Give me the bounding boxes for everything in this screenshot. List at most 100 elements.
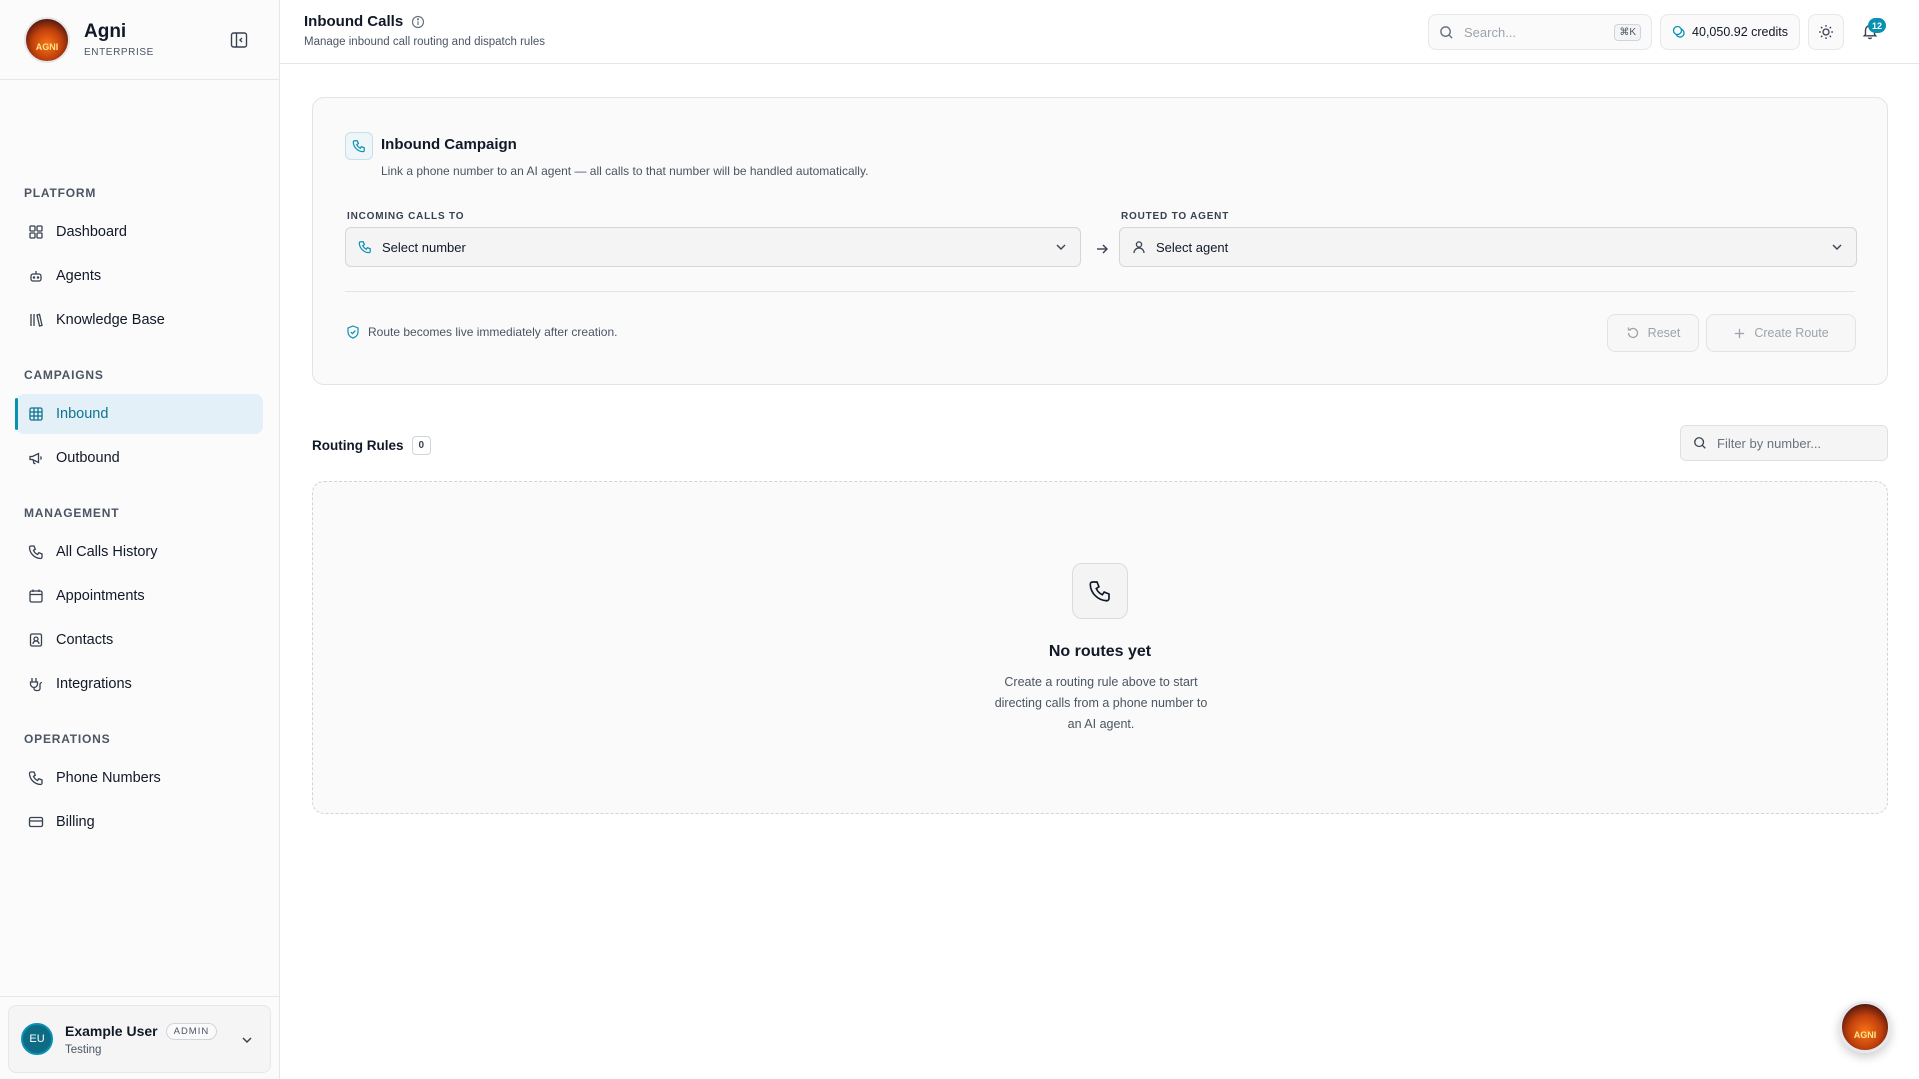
incoming-calls-label: INCOMING CALLS TO [347, 211, 465, 222]
card-divider [345, 291, 1855, 292]
routed-to-agent-label: ROUTED TO AGENT [1121, 211, 1230, 222]
campaign-title: Inbound Campaign [381, 136, 517, 153]
sidebar-item-inbound[interactable]: Inbound [15, 394, 263, 434]
sidebar-item-label: Integrations [56, 676, 132, 692]
sidebar-item-label: Outbound [56, 450, 120, 466]
coins-icon [1672, 25, 1685, 38]
sidebar-item-appointments[interactable]: Appointments [16, 576, 263, 616]
sidebar-item-label: Inbound [56, 406, 109, 422]
search-icon [1440, 25, 1453, 39]
sidebar-item-label: Agents [56, 268, 102, 284]
routing-rules-heading: Routing Rules 0 [312, 436, 432, 455]
select-number-dropdown[interactable]: Select number [345, 227, 1081, 267]
credits-button[interactable]: 40,050.92 credits [1660, 14, 1800, 50]
campaign-phone-icon [345, 132, 373, 160]
sidebar: AGNI Agni ENTERPRISE PLATFORM Dashboard Ag… [0, 0, 280, 1079]
nav-section-management: MANAGEMENT All Calls History Appointments C… [0, 504, 279, 704]
nav-heading: MANAGEMENT [24, 506, 120, 520]
user-icon [1133, 241, 1145, 254]
sidebar-item-label: All Calls History [56, 544, 158, 560]
sidebar-item-dashboard[interactable]: Dashboard [16, 212, 263, 252]
nav-section-operations: OPERATIONS Phone Numbers Billing [0, 730, 279, 842]
sidebar-item-label: Dashboard [56, 224, 127, 240]
create-route-button[interactable]: Create Route [1706, 314, 1856, 352]
theme-toggle-button[interactable] [1808, 14, 1844, 50]
sidebar-item-label: Appointments [56, 588, 145, 604]
chevron-down-icon[interactable] [240, 1033, 254, 1047]
arrow-right-icon [1097, 244, 1108, 254]
calendar-icon [29, 589, 43, 603]
sidebar-item-label: Billing [56, 814, 95, 830]
nav-heading: PLATFORM [24, 186, 97, 200]
select-agent-dropdown[interactable]: Select agent [1119, 227, 1857, 267]
sun-icon [1819, 25, 1833, 39]
sidebar-item-agents[interactable]: Agents [16, 256, 263, 296]
phone-icon [28, 771, 43, 786]
nav-heading: OPERATIONS [24, 732, 111, 746]
plus-icon [1735, 328, 1745, 338]
sidebar-item-all-calls-history[interactable]: All Calls History [16, 532, 263, 572]
empty-description: Create a routing rule above to start dir… [994, 675, 1208, 731]
search-placeholder: Search... [1464, 24, 1517, 40]
campaign-description: Link a phone number to an AI agent — all… [381, 164, 869, 178]
credit-card-icon [28, 816, 44, 828]
sidebar-item-label: Phone Numbers [56, 770, 161, 786]
reset-icon [1627, 327, 1638, 339]
reset-button[interactable]: Reset [1607, 314, 1699, 352]
sidebar-item-outbound[interactable]: Outbound [16, 438, 263, 478]
credits-text: 40,050.92 credits [1692, 25, 1788, 39]
phone-icon [358, 241, 371, 254]
sidebar-collapse-icon[interactable] [229, 30, 249, 50]
chevron-down-icon [1832, 244, 1842, 250]
nav-section-platform: PLATFORM Dashboard Agents Knowledge Base [0, 184, 279, 340]
fab-logo-text: AGNI [1853, 1030, 1877, 1040]
megaphone-icon [29, 452, 42, 465]
sidebar-item-knowledge-base[interactable]: Knowledge Base [16, 300, 263, 340]
page-title: Inbound Calls [304, 13, 425, 30]
global-search-input[interactable]: Search... ⌘K [1428, 14, 1652, 50]
empty-title: No routes yet [1048, 643, 1152, 660]
inbound-campaign-card: Inbound Campaign Link a phone number to … [312, 97, 1888, 385]
routes-empty-state: No routes yet Create a routing rule abov… [312, 481, 1888, 814]
sidebar-item-label: Contacts [56, 632, 114, 648]
top-header: Inbound Calls Manage inbound call routin… [280, 0, 1919, 64]
search-shortcut: ⌘K [1614, 23, 1641, 41]
page-title-text: Inbound Calls [304, 13, 404, 30]
brand-tier: ENTERPRISE [84, 47, 154, 58]
empty-phone-icon [1072, 563, 1128, 619]
shield-check-icon [347, 325, 359, 339]
assistant-fab-button[interactable]: AGNI [1839, 1001, 1891, 1053]
select-number-value: Select number [382, 239, 466, 255]
notification-badge: 12 [1868, 18, 1887, 33]
library-icon [30, 313, 43, 327]
route-notice: Route becomes live immediately after cre… [346, 325, 617, 339]
chevron-down-icon [1056, 244, 1066, 250]
brand-header: AGNI Agni ENTERPRISE [0, 0, 279, 80]
logo-text: AGNI [35, 41, 59, 52]
search-icon [1694, 437, 1706, 449]
routing-rules-title: Routing Rules [312, 438, 404, 453]
filter-by-number-input[interactable]: Filter by number... [1680, 425, 1888, 461]
brand-name: Agni [84, 21, 127, 42]
info-icon[interactable] [411, 15, 425, 29]
filter-placeholder: Filter by number... [1717, 435, 1822, 451]
route-notice-text: Route becomes live immediately after cre… [368, 325, 618, 339]
user-name: Example User [65, 1023, 158, 1039]
sidebar-item-phone-numbers[interactable]: Phone Numbers [16, 758, 263, 798]
sidebar-item-integrations[interactable]: Integrations [16, 664, 263, 704]
plug-icon [29, 678, 43, 692]
create-route-label: Create Route [1754, 326, 1829, 340]
sidebar-item-label: Knowledge Base [56, 312, 165, 328]
sidebar-item-contacts[interactable]: Contacts [16, 620, 263, 660]
reset-label: Reset [1647, 326, 1681, 340]
page-subtitle: Manage inbound call routing and dispatch… [304, 36, 546, 48]
avatar: EU [21, 1023, 53, 1055]
sidebar-item-billing[interactable]: Billing [16, 802, 263, 842]
brand-logo[interactable]: AGNI [24, 16, 70, 63]
user-menu[interactable]: EU Example User ADMIN Testing [8, 1005, 271, 1073]
contact-icon [29, 633, 43, 647]
dashboard-icon [29, 225, 43, 239]
role-badge: ADMIN [165, 1022, 218, 1040]
nav-heading: CAMPAIGNS [24, 368, 104, 382]
routing-rules-count: 0 [411, 436, 432, 455]
